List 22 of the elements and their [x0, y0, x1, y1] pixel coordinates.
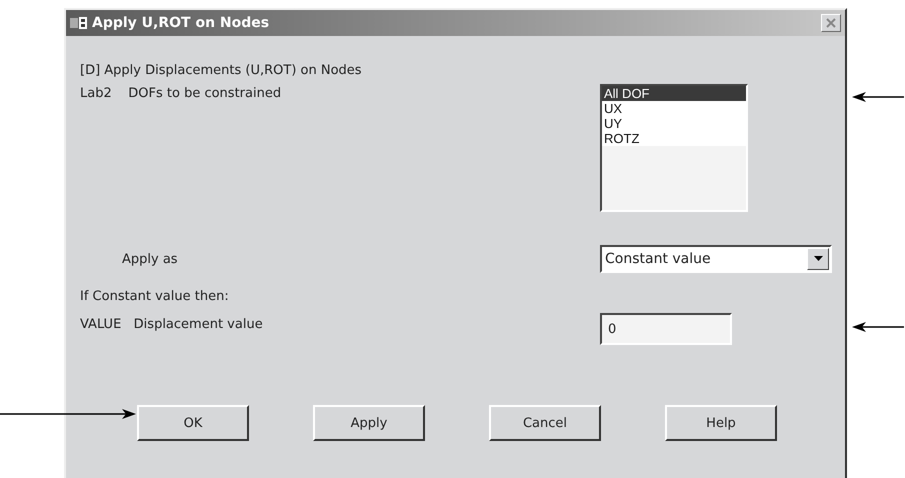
pointer-arrow: [852, 91, 904, 103]
list-option[interactable]: UX: [602, 101, 746, 116]
field-label: Lab2 DOFs to be constrained: [80, 86, 282, 101]
field-label: VALUE Displacement value: [80, 317, 264, 332]
close-icon: [825, 17, 837, 29]
condition-label: If Constant value then:: [80, 288, 230, 306]
list-option[interactable]: All DOF: [602, 86, 746, 101]
close-button[interactable]: [821, 14, 841, 32]
dialog-button[interactable]: Apply: [313, 405, 425, 441]
dialog-button[interactable]: OK: [137, 405, 249, 441]
dof-listbox[interactable]: All DOF UX UY ROTZ: [600, 84, 748, 212]
dialog-button[interactable]: Cancel: [489, 405, 601, 441]
dialog-button[interactable]: Help: [665, 405, 777, 441]
app-icon: [70, 16, 88, 30]
displacement-input-field[interactable]: 0: [600, 313, 732, 345]
pointer-arrow: [852, 321, 904, 333]
window-title: Apply U,ROT on Nodes: [92, 15, 270, 31]
dialog-heading: [D] Apply Displacements (U,ROT) on Nodes: [80, 62, 363, 80]
field-label: Apply as: [121, 252, 179, 266]
apply-as-dropdown[interactable]: Constant value: [600, 245, 832, 273]
list-option[interactable]: ROTZ: [602, 131, 746, 146]
list-option[interactable]: UY: [602, 116, 746, 131]
